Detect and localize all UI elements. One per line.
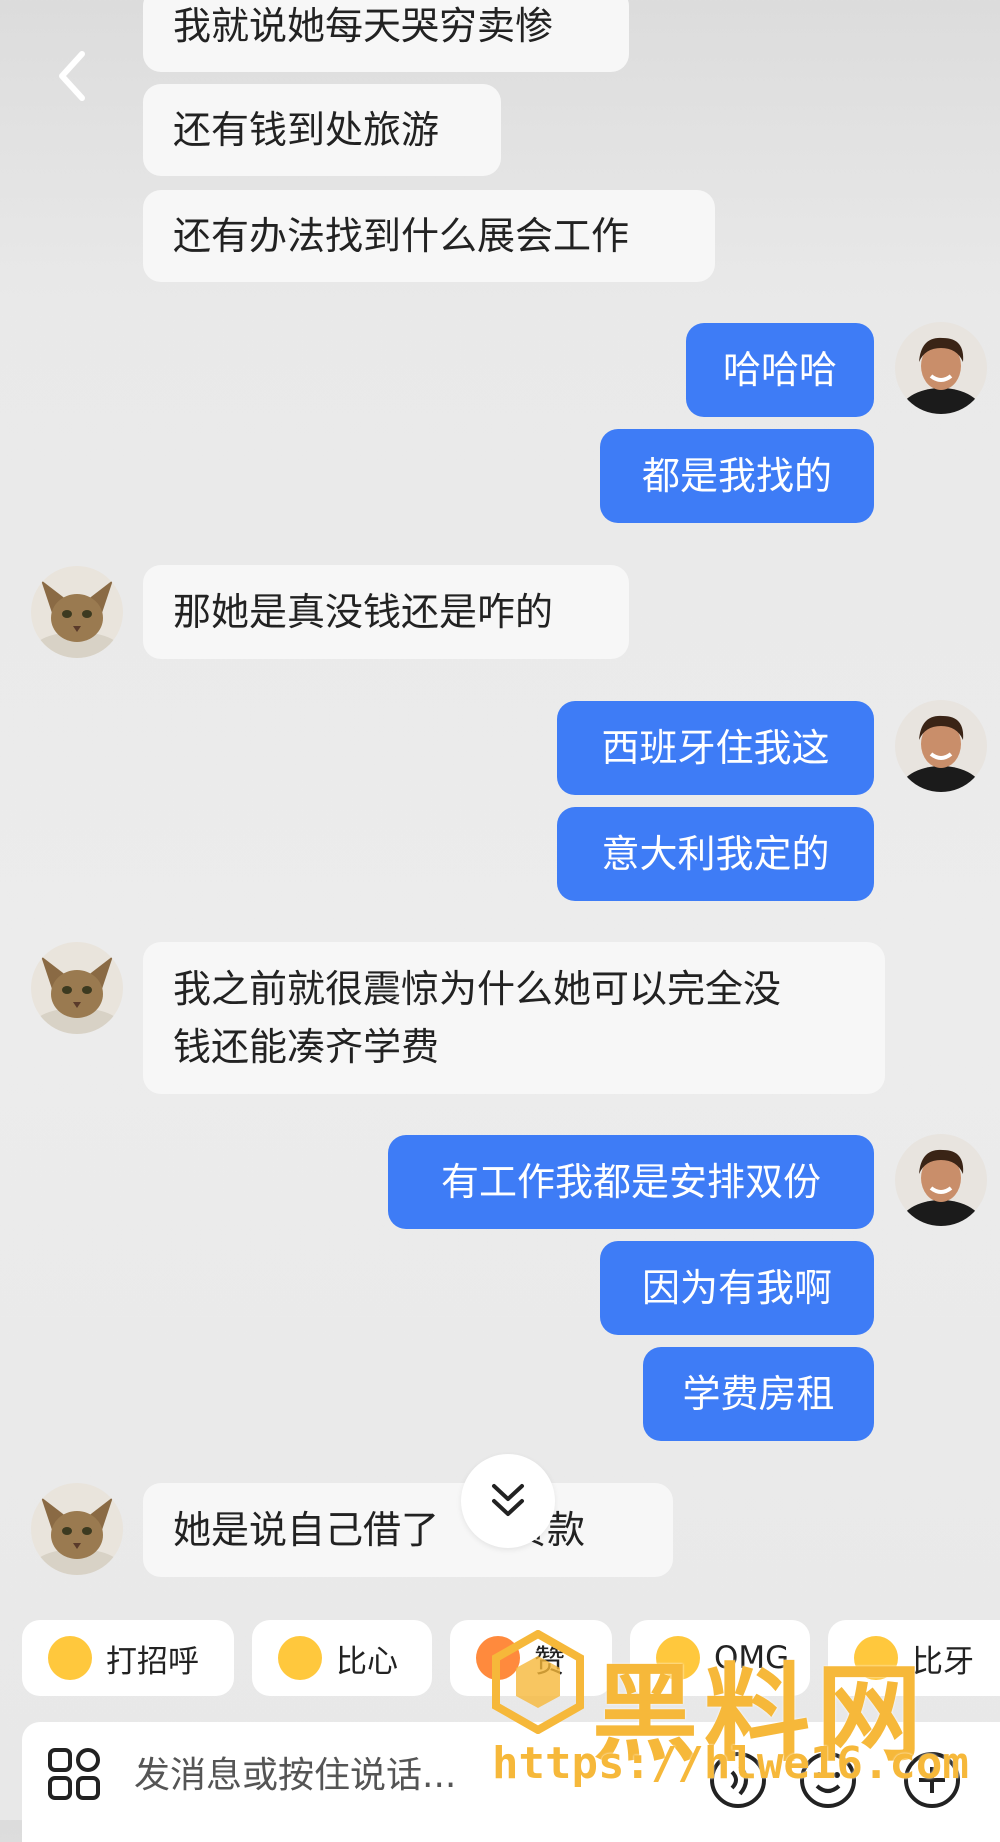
sent-message-bubble: 因为有我啊 [600, 1241, 874, 1335]
received-message-bubble: 我就说她每天哭穷卖惨 [143, 0, 629, 72]
contact-avatar[interactable] [31, 566, 123, 658]
emoji-icon[interactable] [798, 1750, 858, 1810]
heart-hands-emoji-icon [278, 1636, 322, 1680]
add-icon[interactable] [902, 1750, 962, 1810]
quick-reply-heart[interactable]: 比心 [252, 1620, 432, 1696]
quick-reply-like[interactable]: 赞 [450, 1620, 612, 1696]
message-text: 我就说她每天哭穷卖惨 [173, 4, 554, 48]
smiling-emoji-icon [48, 1636, 92, 1680]
user-portrait-icon [895, 700, 987, 792]
double-chevron-down-icon [492, 1484, 524, 1516]
back-button[interactable] [48, 46, 98, 106]
message-text-line: 我之前就很震惊为什么她可以完全没 [173, 967, 782, 1011]
message-text: 意大利我定的 [601, 832, 830, 876]
grin-emoji-icon [854, 1636, 898, 1680]
message-text: 西班牙住我这 [601, 726, 830, 770]
sent-message-bubble: 意大利我定的 [557, 807, 874, 901]
message-text: 哈哈哈 [722, 348, 837, 392]
own-avatar[interactable] [895, 322, 987, 414]
cat-portrait-icon [31, 1483, 123, 1575]
quick-reply-label: 比心 [336, 1643, 398, 1680]
message-text-line: 钱还能凑齐学费 [173, 1025, 440, 1069]
sent-message-bubble: 学费房租 [643, 1347, 874, 1441]
sent-message-bubble: 有工作我都是安排双份 [388, 1135, 874, 1229]
quick-reply-label: 赞 [534, 1643, 565, 1680]
message-text: 学费房租 [682, 1372, 835, 1416]
message-text: 都是我找的 [641, 454, 832, 498]
quick-reply-grin[interactable]: 比牙 [828, 1620, 1000, 1696]
cat-portrait-icon [31, 566, 123, 658]
apps-grid-icon[interactable] [46, 1746, 102, 1802]
quick-reply-greet[interactable]: 打招呼 [22, 1620, 234, 1696]
received-message-bubble: 还有钱到处旅游 [143, 84, 501, 176]
message-text: 还有钱到处旅游 [173, 108, 440, 152]
quick-reply-omg[interactable]: OMG [630, 1620, 810, 1696]
message-text: 有工作我都是安排双份 [440, 1160, 821, 1204]
own-avatar[interactable] [895, 1134, 987, 1226]
thumbs-up-emoji-icon [476, 1636, 520, 1680]
message-input-bar: 发消息或按住说话... [22, 1722, 1000, 1842]
received-message-bubble: 那她是真没钱还是咋的 [143, 565, 629, 659]
received-message-bubble: 还有办法找到什么展会工作 [143, 190, 715, 282]
chevron-left-icon [59, 51, 85, 101]
user-portrait-icon [895, 1134, 987, 1226]
contact-avatar[interactable] [31, 942, 123, 1034]
received-message-bubble: 我之前就很震惊为什么她可以完全没 钱还能凑齐学费 [143, 942, 885, 1094]
message-text: 因为有我啊 [641, 1266, 832, 1310]
user-portrait-icon [895, 322, 987, 414]
quick-reply-label: 比牙 [912, 1643, 974, 1680]
voice-icon[interactable] [708, 1750, 768, 1810]
quick-reply-label: OMG [714, 1640, 790, 1676]
received-message-bubble: 她是说自己借了 贷款 [143, 1483, 673, 1577]
message-input[interactable]: 发消息或按住说话... [134, 1746, 456, 1798]
message-text: 还有办法找到什么展会工作 [173, 214, 630, 258]
sent-message-bubble: 西班牙住我这 [557, 701, 874, 795]
message-text: 她是说自己借了 [173, 1508, 440, 1552]
sent-message-bubble: 都是我找的 [600, 429, 874, 523]
cat-portrait-icon [31, 942, 123, 1034]
message-text: 那她是真没钱还是咋的 [173, 590, 554, 634]
contact-avatar[interactable] [31, 1483, 123, 1575]
omg-emoji-icon [656, 1636, 700, 1680]
sent-message-bubble: 哈哈哈 [686, 323, 874, 417]
scroll-to-bottom-button[interactable] [461, 1454, 555, 1548]
quick-reply-label: 打招呼 [106, 1643, 199, 1680]
own-avatar[interactable] [895, 700, 987, 792]
